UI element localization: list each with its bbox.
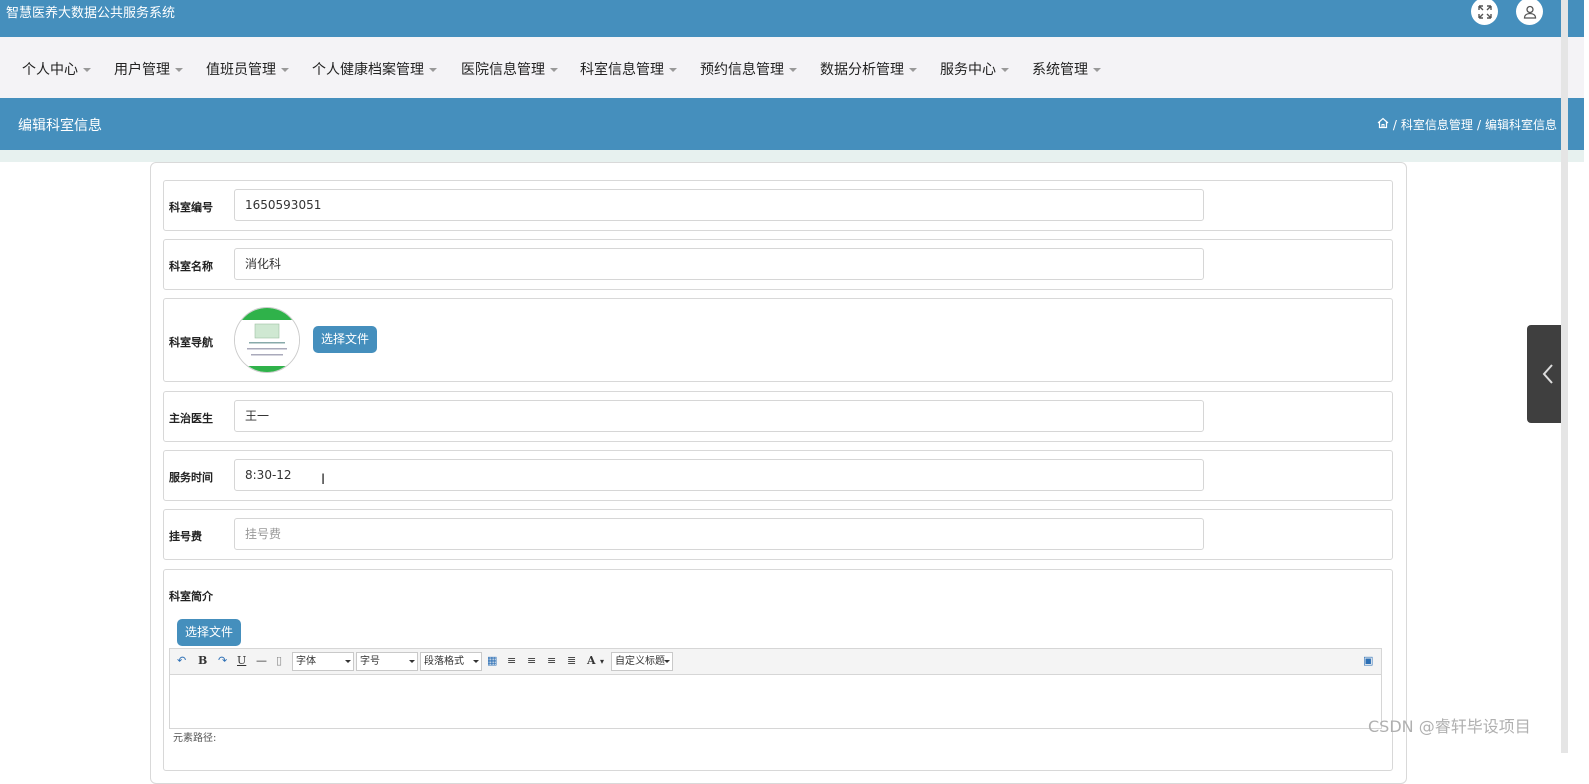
doctor-input[interactable]: 王一 <box>234 400 1204 432</box>
nav-item-user-mgmt[interactable]: 用户管理 <box>114 59 183 79</box>
align-left-icon[interactable]: ≡ <box>507 654 516 667</box>
row-doctor: 主治医生 王一 <box>163 391 1393 442</box>
caret-down-icon <box>550 68 558 72</box>
breadcrumb-section[interactable]: 科室信息管理 <box>1401 116 1473 133</box>
page-title: 编辑科室信息 <box>18 118 102 134</box>
font-size-select[interactable]: 字号 <box>356 652 418 671</box>
table-icon[interactable]: ▦ <box>487 654 497 667</box>
fullscreen-icon[interactable] <box>1471 0 1498 25</box>
caret-down-icon <box>1093 68 1101 72</box>
editor-content-area[interactable] <box>169 675 1382 729</box>
sub-strip <box>0 150 1584 162</box>
page-header: 编辑科室信息 / 科室信息管理 / 编辑科室信息 <box>0 98 1584 150</box>
align-center-icon[interactable]: ≡ <box>547 654 556 667</box>
nav-item-hospital-info[interactable]: 医院信息管理 <box>461 59 558 79</box>
dept-name-label: 科室名称 <box>169 260 213 273</box>
nav-item-data-analysis[interactable]: 数据分析管理 <box>820 59 917 79</box>
custom-title-select[interactable]: 自定义标题 <box>611 652 673 671</box>
doctor-label: 主治医生 <box>169 412 213 425</box>
dept-nav-choose-file-button[interactable]: 选择文件 <box>313 326 378 353</box>
nav-item-health-records[interactable]: 个人健康档案管理 <box>312 59 437 79</box>
breadcrumb: / 科室信息管理 / 编辑科室信息 <box>1377 116 1557 133</box>
font-family-select[interactable]: 字体 <box>292 652 354 671</box>
fee-input[interactable]: 挂号费 <box>234 518 1204 550</box>
caret-down-icon <box>789 68 797 72</box>
text-cursor-icon: I <box>321 472 326 488</box>
watermark: CSDN @睿轩毕设项目 <box>1368 717 1531 736</box>
service-time-label: 服务时间 <box>169 471 213 484</box>
row-dept-name: 科室名称 消化科 <box>163 239 1393 290</box>
paragraph-format-select[interactable]: 段落格式 <box>420 652 482 671</box>
top-bar: 智慧医养大数据公共服务系统 <box>0 0 1584 37</box>
fee-label: 挂号费 <box>169 530 202 543</box>
font-color-icon[interactable]: A <box>587 654 596 667</box>
intro-label: 科室简介 <box>169 590 213 603</box>
editor-element-path: 元素路径: <box>173 733 217 744</box>
caret-down-icon[interactable]: ▾ <box>600 657 604 666</box>
caret-down-icon <box>909 68 917 72</box>
nav-item-appointment[interactable]: 预约信息管理 <box>700 59 797 79</box>
row-dept-id: 科室编号 1650593051 <box>163 180 1393 231</box>
row-service-time: 服务时间 8:30-12 <box>163 450 1393 501</box>
main-nav: 个人中心 用户管理 值班员管理 个人健康档案管理 医院信息管理 科室信息管理 预… <box>0 37 1584 98</box>
caret-down-icon <box>664 660 670 663</box>
scrollbar[interactable] <box>1561 0 1568 753</box>
horizontal-rule-icon[interactable]: — <box>256 654 267 667</box>
align-right-icon[interactable]: ≡ <box>527 654 536 667</box>
redo-icon[interactable]: ↷ <box>218 654 227 667</box>
row-intro: 科室简介 选择文件 ↶ B ↷ U — ▯ 字体 字号 段落格式 ▦ ≡ ≡ ≡… <box>163 569 1393 771</box>
caret-down-icon <box>429 68 437 72</box>
service-time-input[interactable]: 8:30-12 <box>234 459 1204 491</box>
row-dept-nav: 科室导航 选择文件 <box>163 298 1393 382</box>
caret-down-icon <box>1001 68 1009 72</box>
caret-down-icon <box>175 68 183 72</box>
home-icon[interactable] <box>1377 117 1389 132</box>
user-icon[interactable] <box>1516 0 1543 25</box>
nav-item-system-mgmt[interactable]: 系统管理 <box>1032 59 1101 79</box>
nav-item-duty-mgmt[interactable]: 值班员管理 <box>206 59 289 79</box>
caret-down-icon <box>345 660 351 663</box>
breadcrumb-current: 编辑科室信息 <box>1484 118 1557 132</box>
caret-down-icon <box>83 68 91 72</box>
undo-icon[interactable]: ↶ <box>177 654 186 667</box>
align-justify-icon[interactable]: ≣ <box>567 654 576 667</box>
dept-nav-thumbnail[interactable] <box>234 307 300 373</box>
caret-down-icon <box>473 660 479 663</box>
nav-item-dept-info[interactable]: 科室信息管理 <box>580 59 677 79</box>
chevron-left-icon <box>1542 364 1553 384</box>
app-title: 智慧医养大数据公共服务系统 <box>6 6 176 21</box>
nav-item-service-center[interactable]: 服务中心 <box>940 59 1009 79</box>
dept-name-input[interactable]: 消化科 <box>234 248 1204 280</box>
fullscreen-editor-icon[interactable]: ▣ <box>1363 654 1373 667</box>
dept-id-label: 科室编号 <box>169 201 213 214</box>
dept-nav-label: 科室导航 <box>169 336 213 349</box>
caret-down-icon <box>669 68 677 72</box>
dept-id-input[interactable]: 1650593051 <box>234 189 1204 221</box>
underline-icon[interactable]: U <box>237 654 246 667</box>
row-fee: 挂号费 挂号费 <box>163 509 1393 560</box>
page-icon[interactable]: ▯ <box>276 654 282 667</box>
intro-choose-file-button[interactable]: 选择文件 <box>177 619 242 646</box>
caret-down-icon <box>281 68 289 72</box>
bold-icon[interactable]: B <box>198 654 207 667</box>
editor-toolbar: ↶ B ↷ U — ▯ 字体 字号 段落格式 ▦ ≡ ≡ ≡ ≣ A ▾ 自定义… <box>169 648 1382 675</box>
caret-down-icon <box>409 660 415 663</box>
nav-item-personal-center[interactable]: 个人中心 <box>22 59 91 79</box>
